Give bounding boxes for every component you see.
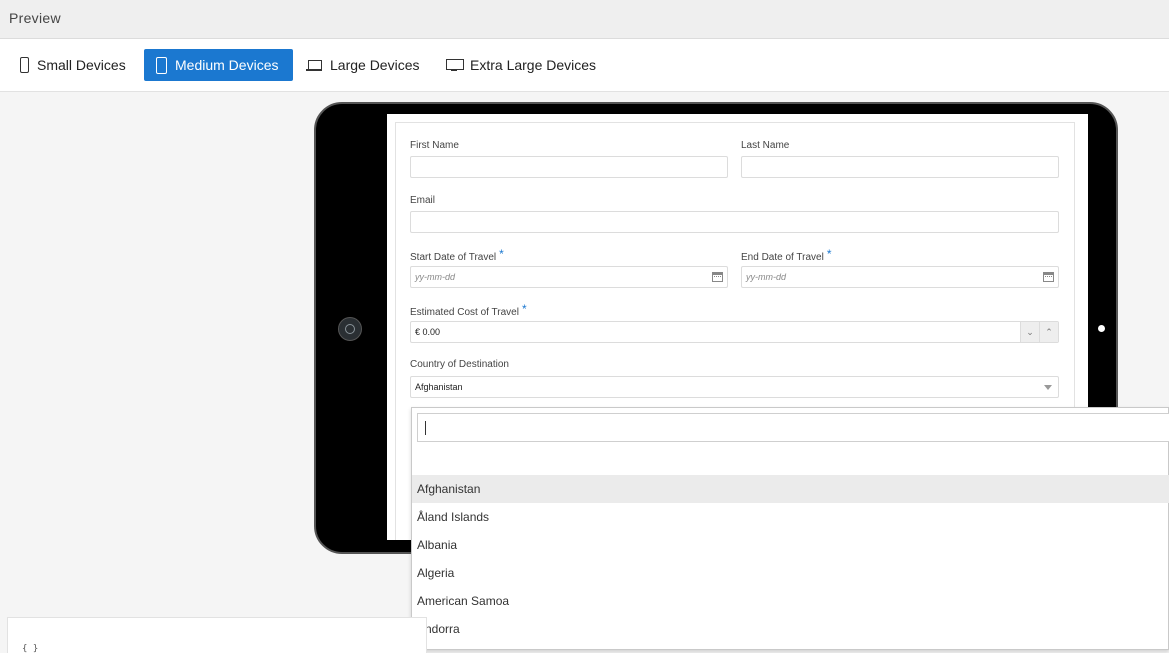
- end-date-label: End Date of Travel *: [741, 247, 832, 263]
- laptop-icon: [306, 59, 322, 71]
- code-panel: { }: [7, 617, 427, 653]
- device-selector-bar: Small Devices Medium Devices Large Devic…: [0, 39, 1169, 92]
- last-name-input[interactable]: [741, 156, 1059, 178]
- chevron-down-icon: ⌄: [1026, 326, 1034, 337]
- calendar-icon[interactable]: [1043, 272, 1054, 282]
- small-devices-label: Small Devices: [37, 57, 126, 73]
- dropdown-option[interactable]: Åland Islands: [412, 503, 1169, 531]
- extra-large-devices-button[interactable]: Extra Large Devices: [434, 49, 608, 81]
- country-selected-value: Afghanistan: [415, 382, 463, 392]
- monitor-icon: [446, 59, 464, 71]
- small-devices-button[interactable]: Small Devices: [8, 49, 138, 81]
- end-date-placeholder: yy-mm-dd: [746, 272, 786, 282]
- dropdown-search-input[interactable]: [417, 413, 1169, 442]
- preview-header: Preview: [0, 0, 1169, 39]
- decrement-button[interactable]: ⌄: [1020, 322, 1039, 342]
- cost-value: € 0.00: [415, 327, 441, 337]
- required-marker: *: [521, 302, 527, 316]
- dropdown-option[interactable]: American Samoa: [412, 587, 1169, 615]
- last-name-label: Last Name: [741, 140, 790, 151]
- email-input[interactable]: [410, 211, 1059, 233]
- medium-devices-button[interactable]: Medium Devices: [144, 49, 293, 81]
- country-dropdown: Afghanistan Åland Islands Albania Algeri…: [411, 407, 1169, 650]
- home-button-icon: [338, 317, 362, 341]
- cost-label: Estimated Cost of Travel *: [410, 302, 527, 318]
- calendar-icon[interactable]: [712, 272, 723, 282]
- dropdown-option[interactable]: Andorra: [412, 615, 1169, 643]
- email-label: Email: [410, 195, 436, 206]
- large-devices-label: Large Devices: [330, 57, 420, 73]
- dropdown-option[interactable]: Algeria: [412, 559, 1169, 587]
- first-name-input[interactable]: [410, 156, 728, 178]
- medium-devices-label: Medium Devices: [175, 57, 279, 73]
- extra-large-devices-label: Extra Large Devices: [470, 57, 597, 73]
- start-date-placeholder: yy-mm-dd: [415, 272, 455, 282]
- first-name-label: First Name: [410, 140, 459, 151]
- dropdown-option[interactable]: Afghanistan: [412, 475, 1169, 503]
- end-date-input[interactable]: yy-mm-dd: [741, 266, 1059, 288]
- increment-button[interactable]: ⌃: [1039, 322, 1058, 342]
- cost-input[interactable]: € 0.00 ⌄ ⌃: [410, 321, 1059, 343]
- start-date-input[interactable]: yy-mm-dd: [410, 266, 728, 288]
- text-cursor: [425, 421, 426, 435]
- start-date-label: Start Date of Travel *: [410, 247, 504, 263]
- phone-icon: [20, 57, 29, 73]
- camera-icon: [1098, 325, 1105, 332]
- caret-down-icon: [1044, 385, 1052, 390]
- country-select[interactable]: Afghanistan: [410, 376, 1059, 398]
- tablet-icon: [156, 56, 167, 74]
- code-text: { }: [22, 644, 39, 653]
- required-marker: *: [826, 247, 832, 261]
- country-label: Country of Destination: [410, 359, 509, 370]
- chevron-up-icon: ⌃: [1045, 326, 1053, 337]
- large-devices-button[interactable]: Large Devices: [294, 49, 432, 81]
- required-marker: *: [499, 247, 504, 261]
- preview-title: Preview: [9, 10, 61, 26]
- dropdown-option[interactable]: Albania: [412, 531, 1169, 559]
